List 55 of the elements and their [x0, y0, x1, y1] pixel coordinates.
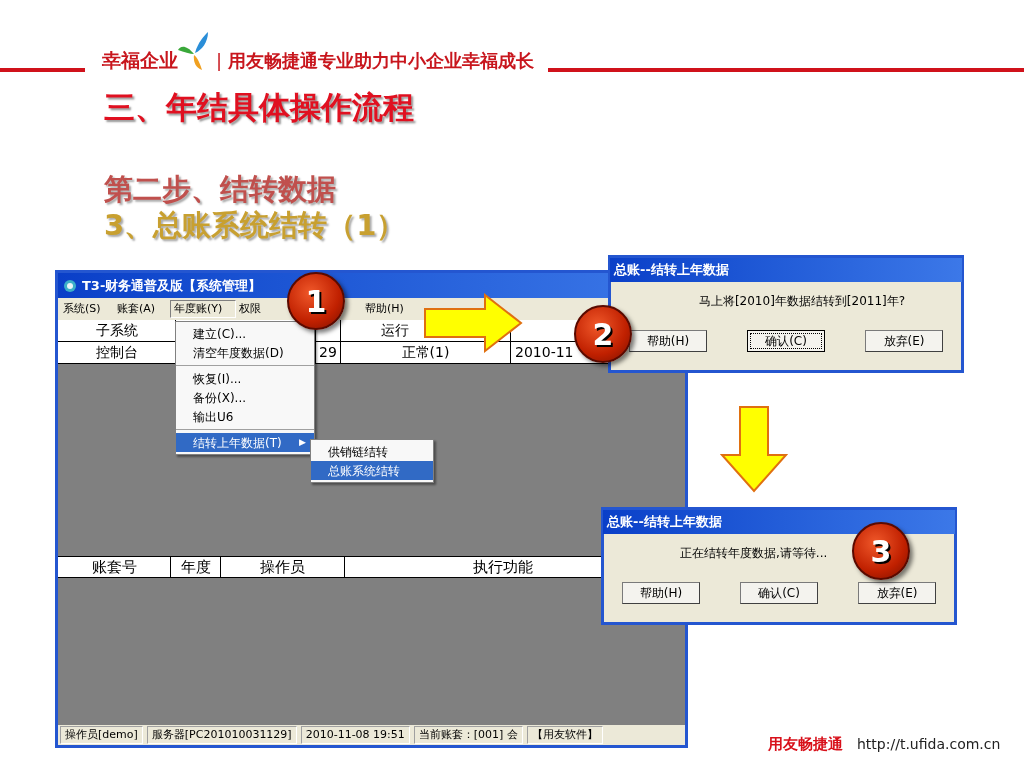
submenu-arrow: ▶	[299, 435, 306, 449]
dialog-button[interactable]: 放弃(E)	[858, 582, 936, 604]
column-header: 操作员	[260, 556, 305, 578]
menu-option-label: 建立(C)...	[193, 325, 247, 343]
column-header: 年度	[180, 556, 211, 578]
down-arrow-icon	[720, 405, 788, 493]
table-cell-text: 29	[319, 343, 337, 362]
footer-brand: 用友畅捷通	[768, 734, 843, 755]
dialog-button[interactable]: 帮助(H)	[629, 330, 707, 352]
dialog-button[interactable]: 确认(C)	[747, 330, 825, 352]
menu-option[interactable]: 输出U6	[176, 407, 314, 426]
status-field: 服务器[PC201010031129]	[146, 725, 297, 745]
menu-item[interactable]: 年度账(Y)	[170, 299, 236, 319]
column-header: 账套号	[91, 556, 137, 578]
dialog-message: 正在结转年度数据,请等待...	[679, 545, 828, 562]
substep-heading: 3、总账系统结转（1）	[104, 207, 406, 244]
menu-option-label: 备份(X)...	[193, 389, 247, 407]
footer-url: http://t.ufida.com.cn	[857, 734, 1001, 754]
window-title: T3-财务通普及版【系统管理】	[82, 276, 262, 295]
dialog-message: 马上将[2010]年数据结转到[2011]年?	[697, 293, 906, 310]
brand-name: 幸福企业	[102, 47, 178, 73]
tagline: 用友畅捷通专业助力中小企业幸福成长	[228, 49, 535, 73]
dialog-button[interactable]: 放弃(E)	[865, 330, 943, 352]
table-cell-text: 2010-11	[515, 343, 574, 362]
menu-item[interactable]: 账套(A)	[114, 300, 170, 318]
menu-option[interactable]: 总账系统结转	[311, 461, 433, 480]
menu-option-label: 清空年度数据(D)	[193, 344, 284, 362]
menu-option[interactable]: 备份(X)...	[176, 388, 314, 407]
divider-mark: |	[216, 49, 223, 73]
menu-option[interactable]: 供销链结转	[311, 442, 433, 461]
status-field: 2010-11-08 19:51	[300, 725, 410, 745]
table-cell-text: 控制台	[95, 343, 138, 362]
dialog-button[interactable]: 帮助(H)	[622, 582, 700, 604]
column-header: 执行功能	[472, 556, 533, 578]
status-field: 【用友软件】	[526, 725, 603, 745]
column-header: 子系统	[95, 321, 138, 340]
dialog-title: 总账--结转上年数据	[614, 261, 729, 280]
dialog-button[interactable]: 确认(C)	[740, 582, 818, 604]
dialog-title: 总账--结转上年数据	[607, 513, 722, 532]
menu-option[interactable]: 恢复(I)...	[176, 369, 314, 388]
menu-option[interactable]: 清空年度数据(D)	[176, 343, 314, 362]
menu-option-label: 输出U6	[193, 408, 234, 426]
slide-title: 三、年结具体操作流程	[104, 88, 414, 127]
menu-option[interactable]: 结转上年数据(T) ▶	[176, 433, 314, 452]
column-header: 运行	[380, 321, 409, 340]
menu-option-label: 结转上年数据(T)	[193, 434, 282, 452]
menu-item[interactable]: 权限	[236, 300, 286, 318]
app-icon	[62, 277, 78, 294]
status-field: 操作员[demo]	[60, 725, 143, 745]
step-heading: 第二步、结转数据	[104, 171, 336, 208]
menu-item[interactable]: 系统(S)	[60, 300, 114, 318]
menu-item[interactable]: 帮助(H)	[362, 300, 422, 318]
status-field: 当前账套：[001] 会	[413, 725, 523, 745]
menu-option-label: 恢复(I)...	[193, 370, 242, 388]
table-cell-text: 正常(1)	[401, 343, 450, 362]
